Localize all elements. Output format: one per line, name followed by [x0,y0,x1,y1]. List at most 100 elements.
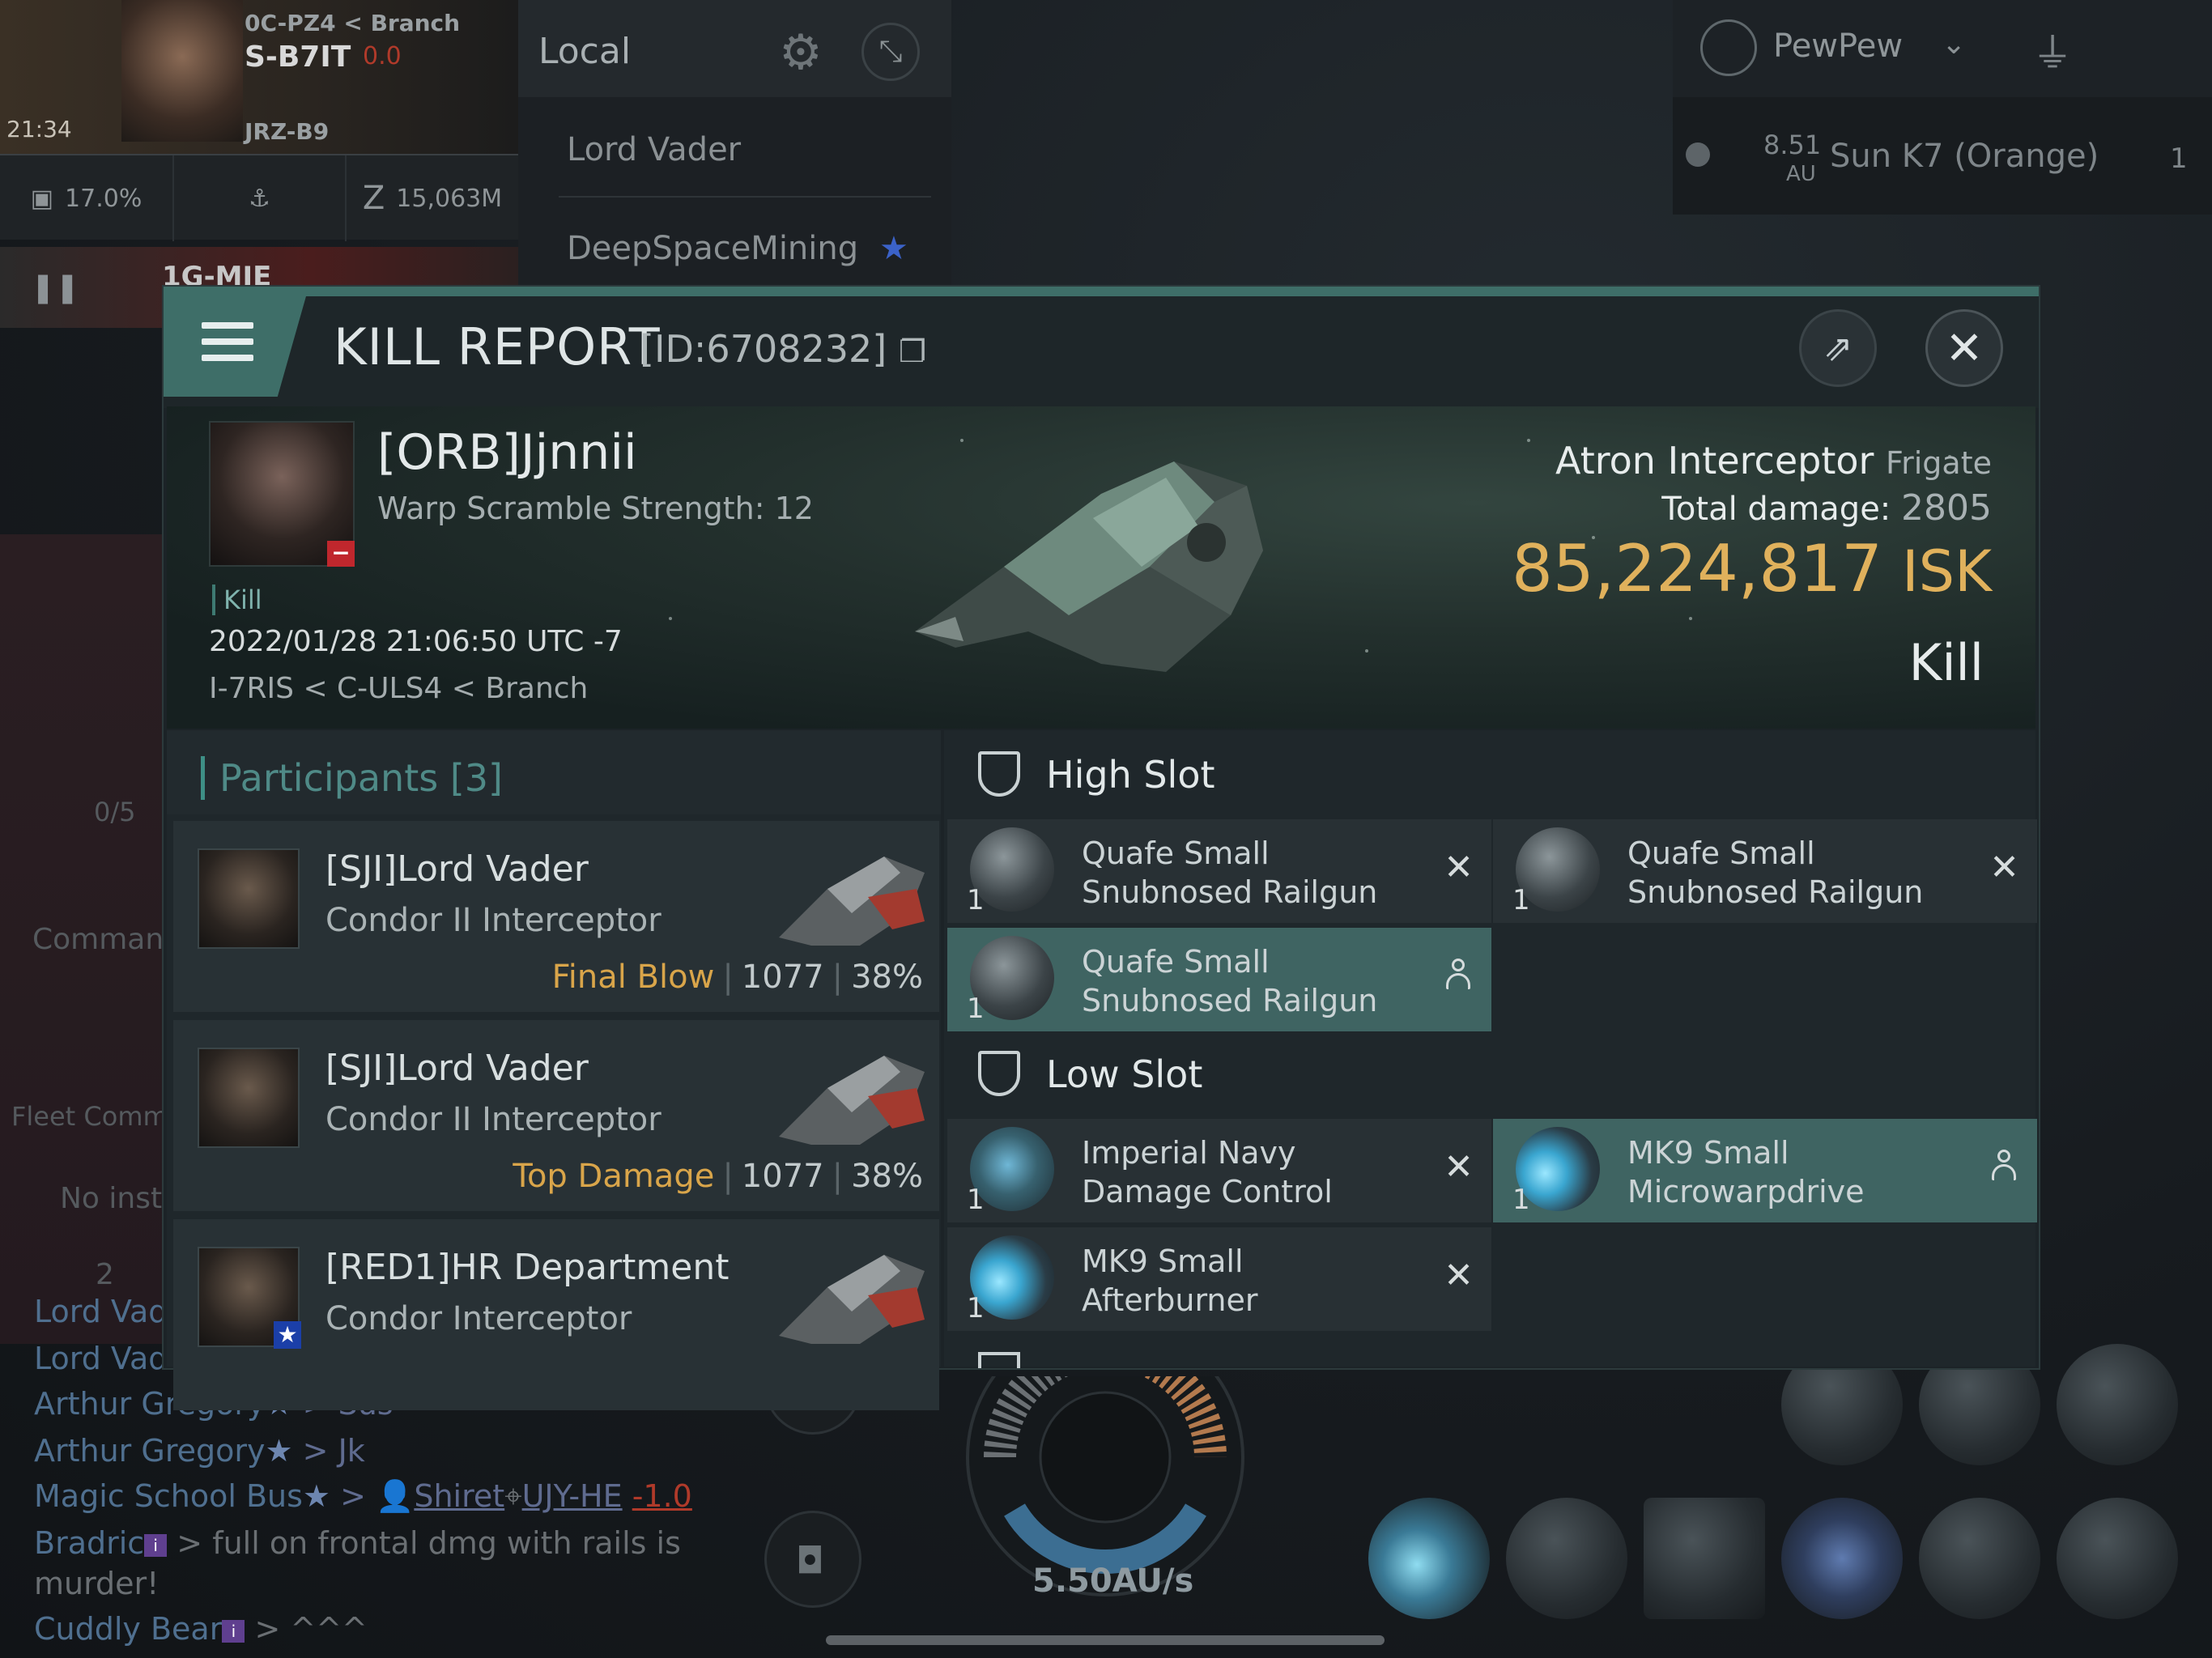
gear-icon[interactable]: ⚙ [779,24,823,81]
corp-badge: i [222,1619,245,1643]
high-slot-icon [978,751,1020,797]
collapse-icon[interactable]: ⤡ [861,23,920,81]
menu-icon [202,338,253,345]
participant-row[interactable]: ★ [RED1]HR Department Condor Interceptor [173,1219,939,1410]
star-decoration [1365,649,1368,653]
isk-stat[interactable]: Z 15,063M [347,155,518,241]
module-quantity: 1 [967,993,985,1025]
character-portrait[interactable] [121,0,243,142]
participant-ship: Condor II Interceptor [325,1101,661,1138]
fitted-module[interactable]: 1 Quafe Small Snubnosed Railgun ✕ [1493,819,2037,923]
victim-ship-image[interactable] [907,429,1279,696]
module-button[interactable] [1919,1498,2040,1619]
participant-ship: Condor II Interceptor [325,902,661,939]
close-button[interactable]: ✕ [1925,309,2003,387]
module-name: Imperial Navy Damage Control [1082,1135,1333,1209]
menu-icon [202,355,253,361]
participant-portrait[interactable] [198,1048,300,1148]
participant-stats: Top Damage | 1077 | 38% [513,1158,923,1195]
person-icon: 👤 [376,1478,415,1514]
close-icon: ✕ [1945,321,1984,375]
module-quantity: 1 [967,1184,985,1216]
chevron-down-icon[interactable]: ⌄ [1942,28,1966,61]
filter-icon[interactable]: ⏚ [2032,21,2073,79]
module-button[interactable] [1781,1498,1903,1619]
dropped-user-icon [1444,959,1472,994]
participant-portrait[interactable] [198,848,300,949]
local-member[interactable]: Lord Vader [567,131,741,168]
low-slot-title: Low Slot [1046,1052,1203,1096]
corp-badge: i [144,1533,168,1557]
fitted-module[interactable]: 1 MK9 Small Afterburner ✕ [947,1227,1491,1331]
kill-location[interactable]: I-7RIS < C-ULS4 < Branch [209,672,588,705]
char-region: 0C-PZ4 < Branch [245,10,461,36]
isk-icon: Z [362,180,385,217]
low-slot-icon [978,1051,1020,1096]
victim-name[interactable]: [ORB]Jjnnii [377,424,637,481]
chat-line: murder! [34,1566,160,1601]
share-icon: ⇗ [1823,327,1853,369]
fitted-module[interactable]: 1 Quafe Small Snubnosed Railgun ✕ [947,819,1491,923]
home-indicator[interactable] [826,1635,1385,1645]
fitted-module[interactable]: 1 Quafe Small Snubnosed Railgun [947,928,1491,1031]
overview-distance: 8.51 [1763,130,1822,160]
module-button[interactable] [1506,1498,1627,1619]
module-name: Quafe Small Snubnosed Railgun [1082,944,1378,1018]
share-button[interactable]: ⇗ [1799,309,1877,387]
cargo-stat[interactable]: ▣ 17.0% [0,155,174,241]
overview-tab[interactable]: PewPew [1773,28,1903,65]
star-icon: ★ [879,230,908,267]
fitted-module[interactable]: 1 Imperial Navy Damage Control ✕ [947,1119,1491,1222]
module-button[interactable] [2057,1498,2178,1619]
participant-row[interactable]: [SJI]Lord Vader Condor II Interceptor To… [173,1020,939,1211]
char-time: 21:34 [6,116,72,142]
crosshair-icon[interactable] [1700,19,1757,76]
camera-icon: ◘ [796,1541,824,1582]
stats-bar: ▣ 17.0% ⚓ Z 15,063M [0,154,518,241]
isk-value: 85,224,817 ISK [1511,531,1992,606]
report-kind: Kill [212,585,262,615]
module-name: Quafe Small Snubnosed Railgun [1082,835,1378,910]
module-quantity: 1 [967,1292,985,1324]
menu-icon [202,322,253,329]
copy-icon[interactable]: ❐ [899,334,926,369]
rail-fleet-comm: Fleet Comm [11,1101,168,1132]
kill-report-id[interactable]: [ID:6708232] ❐ [640,327,926,371]
char-system: S-B7IT [245,40,351,74]
participant-row[interactable]: [SJI]Lord Vader Condor II Interceptor Fi… [173,821,939,1012]
pause-icon[interactable]: ❚❚ [31,271,79,304]
ship-stat[interactable]: ⚓ [174,155,347,241]
char-security: 0.0 [363,42,402,70]
turret-module-button[interactable] [2057,1344,2178,1465]
rail-no-instr: No instr [60,1182,174,1215]
dropped-user-icon [1990,1150,2018,1185]
overview-count: 1 [2170,142,2188,175]
rail-count: 0/5 [94,797,136,827]
result-label: Kill [1908,633,1984,692]
total-damage: Total damage: 2805 [1661,487,1992,529]
chat-line: Cuddly Bear i > ^^^ [34,1611,368,1647]
fitted-module[interactable]: 1 MK9 Small Microwarpdrive [1493,1119,2037,1222]
participant-name: [RED1]HR Department [325,1247,730,1288]
star-decoration [1689,617,1692,620]
high-slot-title: High Slot [1046,753,1215,797]
participant-ship: Condor Interceptor [325,1300,632,1337]
chat-line: Arthur Gregory★ > Jk [34,1433,365,1469]
participant-name: [SJI]Lord Vader [325,848,589,890]
destroyed-icon: ✕ [1444,1255,1474,1296]
participant-name: [SJI]Lord Vader [325,1048,589,1089]
camera-button[interactable]: ◘ [764,1511,861,1608]
local-member[interactable]: DeepSpaceMining [567,230,858,267]
module-quantity: 1 [1512,1184,1530,1216]
star-decoration [669,617,672,620]
damage-control-module-button[interactable] [1644,1498,1765,1619]
participants-title: Participants [3] [201,756,503,800]
speed-readout: 5.50AU/s [1032,1562,1194,1600]
chat-line: Magic School Bus★ > 👤Shiret⌖UJY-HE -1.0 [34,1478,692,1514]
cargo-icon: ▣ [30,184,54,213]
rail-command: Command [32,923,183,956]
victim-ship[interactable]: Atron Interceptor Frigate [1538,439,1992,483]
afterburner-module-button[interactable] [1368,1498,1490,1619]
ship-icon: ⚓ [249,184,270,213]
participant-stats: Final Blow | 1077 | 38% [551,959,923,996]
